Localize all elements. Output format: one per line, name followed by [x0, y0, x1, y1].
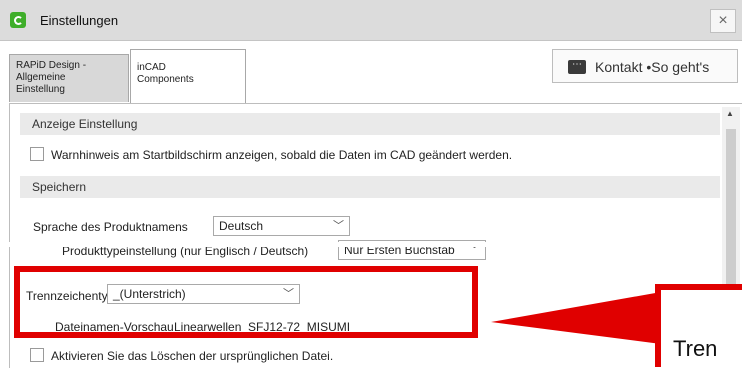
callout-text: Tren: [673, 336, 718, 361]
callout-box: Tren: [655, 284, 742, 367]
callout-pointer-arrow: [491, 292, 661, 344]
